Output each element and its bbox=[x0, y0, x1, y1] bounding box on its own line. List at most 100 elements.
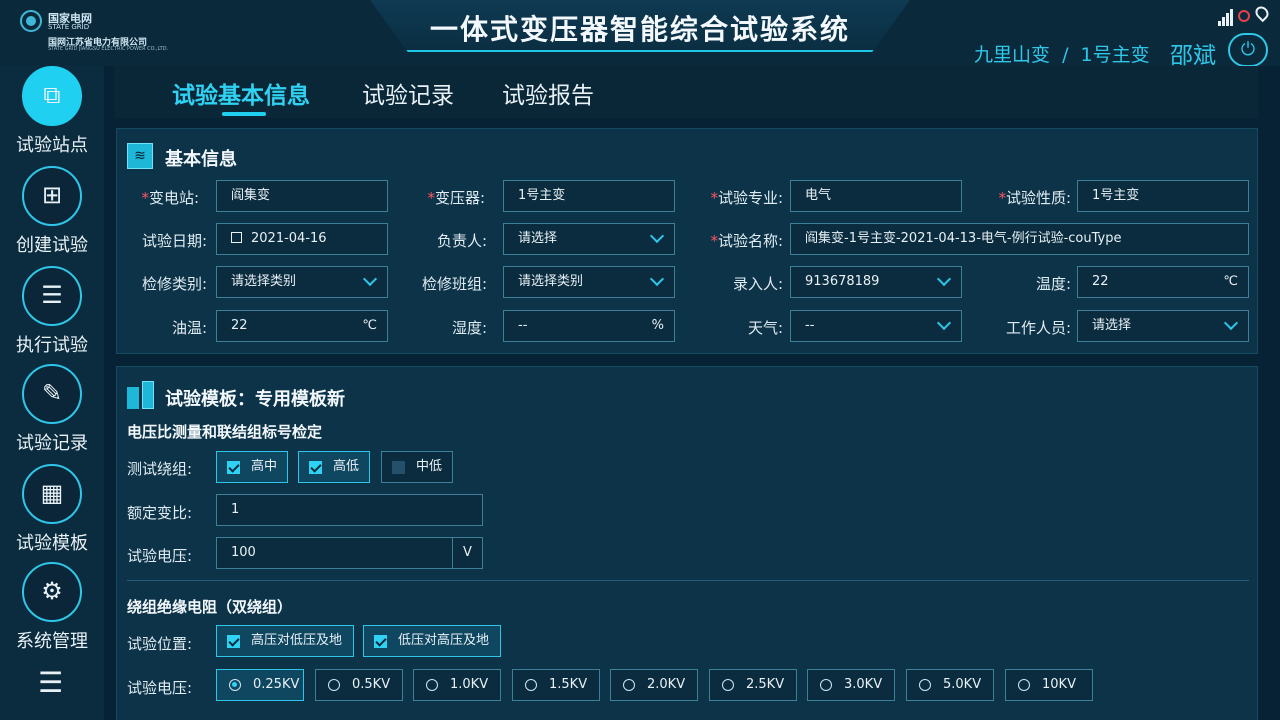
settings-calendar-icon: ⚙ bbox=[22, 562, 82, 622]
checkbox-icon bbox=[227, 461, 240, 474]
template-title: 试验模板：专用模板新 bbox=[165, 389, 345, 410]
tab-test-record[interactable]: 试验记录 bbox=[362, 76, 454, 110]
sidebar-item-run-test[interactable]: ☰ 执行试验 bbox=[0, 266, 104, 358]
entered-by-select[interactable]: 913678189 bbox=[790, 266, 962, 298]
test-name-field[interactable]: 阎集变-1号主变-2021-04-13-电气-例行试验-couType bbox=[790, 223, 1249, 255]
chevron-down-icon bbox=[936, 271, 952, 287]
humidity-label: 湿度: bbox=[451, 319, 487, 337]
radio-icon bbox=[1018, 679, 1030, 691]
sidebar-item-test-template[interactable]: ▦ 试验模板 bbox=[0, 464, 104, 556]
voltage-radio-1.5kv[interactable]: 1.5KV bbox=[512, 669, 600, 701]
chevron-down-icon bbox=[649, 228, 665, 244]
voltage-unit: V bbox=[452, 538, 482, 568]
tab-basic-info[interactable]: 试验基本信息 bbox=[172, 76, 310, 110]
substation-label: *变电站: bbox=[141, 189, 199, 207]
staff-label: 工作人员: bbox=[1005, 319, 1071, 337]
owner-label: 负责人: bbox=[436, 232, 487, 250]
radio-icon bbox=[229, 679, 241, 691]
winding-checkbox-high-low[interactable]: 高低 bbox=[298, 451, 370, 483]
voltage-radio-0.5kv[interactable]: 0.5KV bbox=[315, 669, 403, 701]
section-divider bbox=[127, 580, 1249, 581]
template-grid-icon: ▦ bbox=[22, 464, 82, 524]
location-pin-icon[interactable] bbox=[1252, 3, 1272, 23]
voltage-radio-3.0kv[interactable]: 3.0KV bbox=[807, 669, 895, 701]
weather-label: 天气: bbox=[747, 319, 783, 337]
logo-name-en: STATE GRID bbox=[48, 23, 90, 31]
maintenance-type-select[interactable]: 请选择类别 bbox=[216, 266, 388, 298]
active-tab-indicator bbox=[222, 112, 266, 116]
humidity-field[interactable]: --% bbox=[503, 310, 675, 342]
owner-select[interactable]: 请选择 bbox=[503, 223, 675, 255]
tab-test-report[interactable]: 试验报告 bbox=[502, 76, 594, 110]
radio-icon bbox=[525, 679, 537, 691]
voltage-radio-10kv[interactable]: 10KV bbox=[1005, 669, 1093, 701]
transformer-field[interactable]: 1号主变 bbox=[503, 180, 675, 212]
section-ratio-title: 电压比测量和联结组标号检定 bbox=[127, 423, 323, 441]
sidebar-item-create-test[interactable]: ⊞ 创建试验 bbox=[0, 166, 104, 258]
checkbox-icon bbox=[227, 635, 240, 648]
checkbox-icon bbox=[374, 635, 387, 648]
maintenance-team-label: 检修班组: bbox=[421, 275, 487, 293]
sidebar-item-label: 试验模板 bbox=[16, 533, 88, 554]
sidebar-item-label: 试验记录 bbox=[16, 433, 88, 454]
temperature-unit: ℃ bbox=[1223, 274, 1238, 289]
power-icon[interactable]: ⏻ bbox=[1228, 33, 1268, 67]
sitemap-icon: ⧉ bbox=[22, 66, 82, 126]
weather-select[interactable]: -- bbox=[790, 310, 962, 342]
rated-ratio-field[interactable]: 1 bbox=[216, 494, 483, 526]
layers-icon: ≋ bbox=[127, 143, 153, 169]
sidebar-item-label: 系统管理 bbox=[16, 631, 88, 652]
substation-field[interactable]: 阎集变 bbox=[216, 180, 388, 212]
chevron-down-icon bbox=[649, 271, 665, 287]
humidity-unit: % bbox=[651, 318, 664, 333]
temperature-field[interactable]: 22 ℃ bbox=[1077, 266, 1249, 298]
template-panel: 试验模板：专用模板新 电压比测量和联结组标号检定 测试绕组: 高中 高低 中低 … bbox=[116, 366, 1258, 720]
user-name[interactable]: 邵斌 bbox=[1170, 36, 1216, 70]
sidebar-item-test-site[interactable]: ⧉ 试验站点 bbox=[0, 66, 104, 158]
position-checkbox-low-to-high[interactable]: 低压对高压及地 bbox=[363, 625, 501, 657]
position-checkbox-high-to-low[interactable]: 高压对低压及地 bbox=[216, 625, 354, 657]
rated-ratio-label: 额定变比: bbox=[127, 504, 193, 522]
test-voltage-field[interactable]: 100 V bbox=[216, 537, 483, 569]
staff-select[interactable]: 请选择 bbox=[1077, 310, 1249, 342]
state-grid-logo: 国家电网 STATE GRID 国网江苏省电力有限公司 STATE GRID J… bbox=[20, 8, 168, 52]
calendar-icon bbox=[231, 232, 242, 243]
sidebar-item-label: 执行试验 bbox=[16, 335, 88, 356]
section-insulation-title: 绕组绝缘电阻（双绕组） bbox=[127, 598, 293, 616]
oil-temp-field[interactable]: 22 ℃ bbox=[216, 310, 388, 342]
insulation-voltage-label: 试验电压: bbox=[127, 679, 193, 697]
basic-info-panel: ≋ 基本信息 *变电站: 阎集变 *变压器: 1号主变 *试验专业: 电气 *试… bbox=[116, 128, 1258, 354]
voltage-radio-0.25kv[interactable]: 0.25KV bbox=[216, 669, 304, 701]
sidebar: ⧉ 试验站点 ⊞ 创建试验 ☰ 执行试验 ✎ 试验记录 ▦ 试验模板 ⚙ 系统管… bbox=[0, 66, 104, 720]
sidebar-item-test-record[interactable]: ✎ 试验记录 bbox=[0, 364, 104, 456]
test-nature-label: *试验性质: bbox=[998, 189, 1071, 207]
voltage-radio-5.0kv[interactable]: 5.0KV bbox=[906, 669, 994, 701]
basic-info-title: 基本信息 bbox=[165, 149, 237, 170]
document-run-icon: ☰ bbox=[22, 266, 82, 326]
template-icon bbox=[127, 381, 155, 409]
radio-icon bbox=[820, 679, 832, 691]
radio-icon bbox=[919, 679, 931, 691]
transformer-label: *变压器: bbox=[427, 189, 485, 207]
tab-bar: 试验基本信息 试验记录 试验报告 bbox=[114, 66, 1258, 118]
test-voltage-label: 试验电压: bbox=[127, 547, 193, 565]
winding-checkbox-mid-low[interactable]: 中低 bbox=[381, 451, 453, 483]
maintenance-team-select[interactable]: 请选择类别 bbox=[503, 266, 675, 298]
entered-by-label: 录入人: bbox=[732, 275, 783, 293]
oil-temp-label: 油温: bbox=[171, 319, 207, 337]
sidebar-item-system-admin[interactable]: ⚙ 系统管理 bbox=[0, 562, 104, 654]
oil-temp-unit: ℃ bbox=[362, 318, 377, 333]
voltage-radio-1.0kv[interactable]: 1.0KV bbox=[413, 669, 501, 701]
chevron-down-icon bbox=[362, 271, 378, 287]
test-specialty-label: *试验专业: bbox=[710, 189, 783, 207]
test-specialty-field[interactable]: 电气 bbox=[790, 180, 962, 212]
station-transformer-path: 九里山变 / 1号主变 bbox=[974, 44, 1150, 66]
warning-icon bbox=[1238, 10, 1250, 22]
voltage-radio-2.5kv[interactable]: 2.5KV bbox=[709, 669, 797, 701]
winding-checkbox-high-mid[interactable]: 高中 bbox=[216, 451, 288, 483]
test-nature-field[interactable]: 1号主变 bbox=[1077, 180, 1249, 212]
test-date-field[interactable]: 2021-04-16 bbox=[216, 223, 388, 255]
voltage-radio-2.0kv[interactable]: 2.0KV bbox=[610, 669, 698, 701]
logo-company-en: STATE GRID JIANGSU ELECTRIC POWER CO.,LT… bbox=[48, 46, 169, 52]
menu-collapse-icon[interactable]: ☰ bbox=[38, 666, 63, 699]
